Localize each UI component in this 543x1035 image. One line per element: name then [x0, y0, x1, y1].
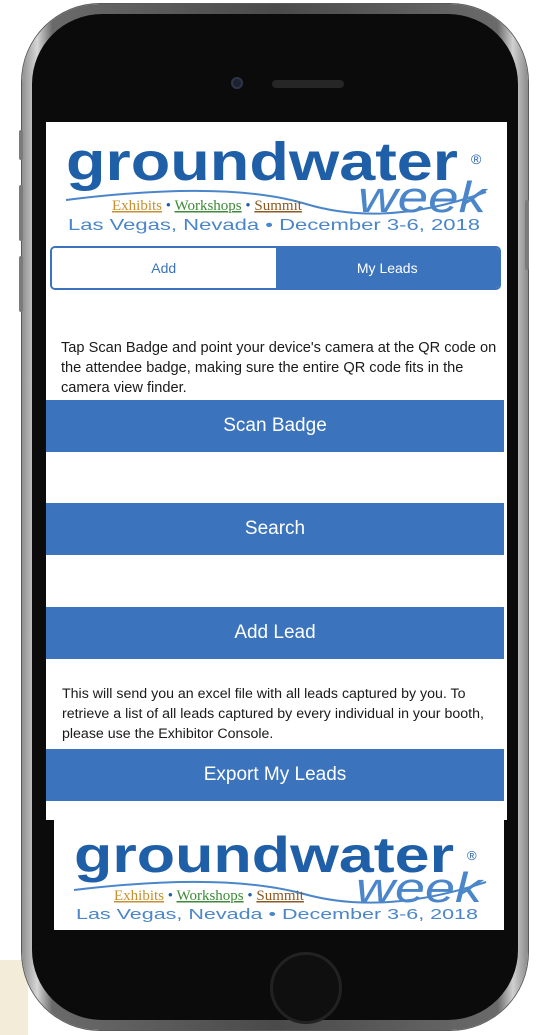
app-screen: groundwater ® week Exhibits • Workshops … [46, 122, 507, 820]
groundwater-week-logo: groundwater ® week Exhibits • Workshops … [73, 827, 487, 923]
scan-instructions: Tap Scan Badge and point your device's c… [61, 340, 497, 396]
mute-switch [19, 130, 23, 160]
export-description: This will send you an excel file with al… [62, 686, 484, 742]
search-button[interactable]: Search [46, 503, 504, 555]
logo-tagline: Exhibits • Workshops • Summit [112, 198, 303, 214]
logo-location: Las Vegas, Nevada • December 3-6, 2018 [68, 217, 480, 234]
tagline-separator: • [245, 198, 254, 214]
volume-down-button [19, 256, 23, 312]
export-my-leads-button[interactable]: Export My Leads [46, 749, 504, 801]
scan-badge-button[interactable]: Scan Badge [46, 400, 504, 452]
add-lead-button[interactable]: Add Lead [46, 607, 504, 659]
logo-subtitle: week [356, 864, 485, 911]
logo-location: Las Vegas, Nevada • December 3-6, 2018 [76, 906, 478, 923]
logo-tagline: Exhibits • Workshops • Summit [114, 888, 305, 904]
earpiece-speaker [272, 80, 344, 88]
segmented-tabs: Add My Leads [50, 246, 501, 290]
tagline-summit: Summit [256, 888, 304, 904]
tab-my-leads[interactable]: My Leads [275, 248, 499, 288]
home-button[interactable] [270, 952, 342, 1024]
logo-subtitle: week [358, 173, 488, 222]
tab-add[interactable]: Add [52, 248, 276, 288]
tagline-separator: • [166, 198, 175, 214]
logo-registered: ® [467, 848, 477, 863]
tagline-summit: Summit [254, 198, 302, 214]
tagline-exhibits: Exhibits [112, 198, 162, 214]
tagline-exhibits: Exhibits [114, 888, 164, 904]
tagline-separator: • [168, 888, 177, 904]
front-camera-icon [231, 77, 243, 89]
tagline-workshops: Workshops [177, 888, 244, 904]
volume-up-button [19, 185, 23, 241]
groundwater-week-logo: groundwater ® week Exhibits • Workshops … [65, 132, 488, 234]
power-button [525, 200, 529, 270]
logo-registered: ® [471, 151, 482, 167]
header-banner: groundwater ® week Exhibits • Workshops … [46, 122, 507, 244]
tagline-workshops: Workshops [175, 198, 242, 214]
footer-banner: groundwater ® week Exhibits • Workshops … [54, 820, 504, 930]
tagline-separator: • [247, 888, 256, 904]
